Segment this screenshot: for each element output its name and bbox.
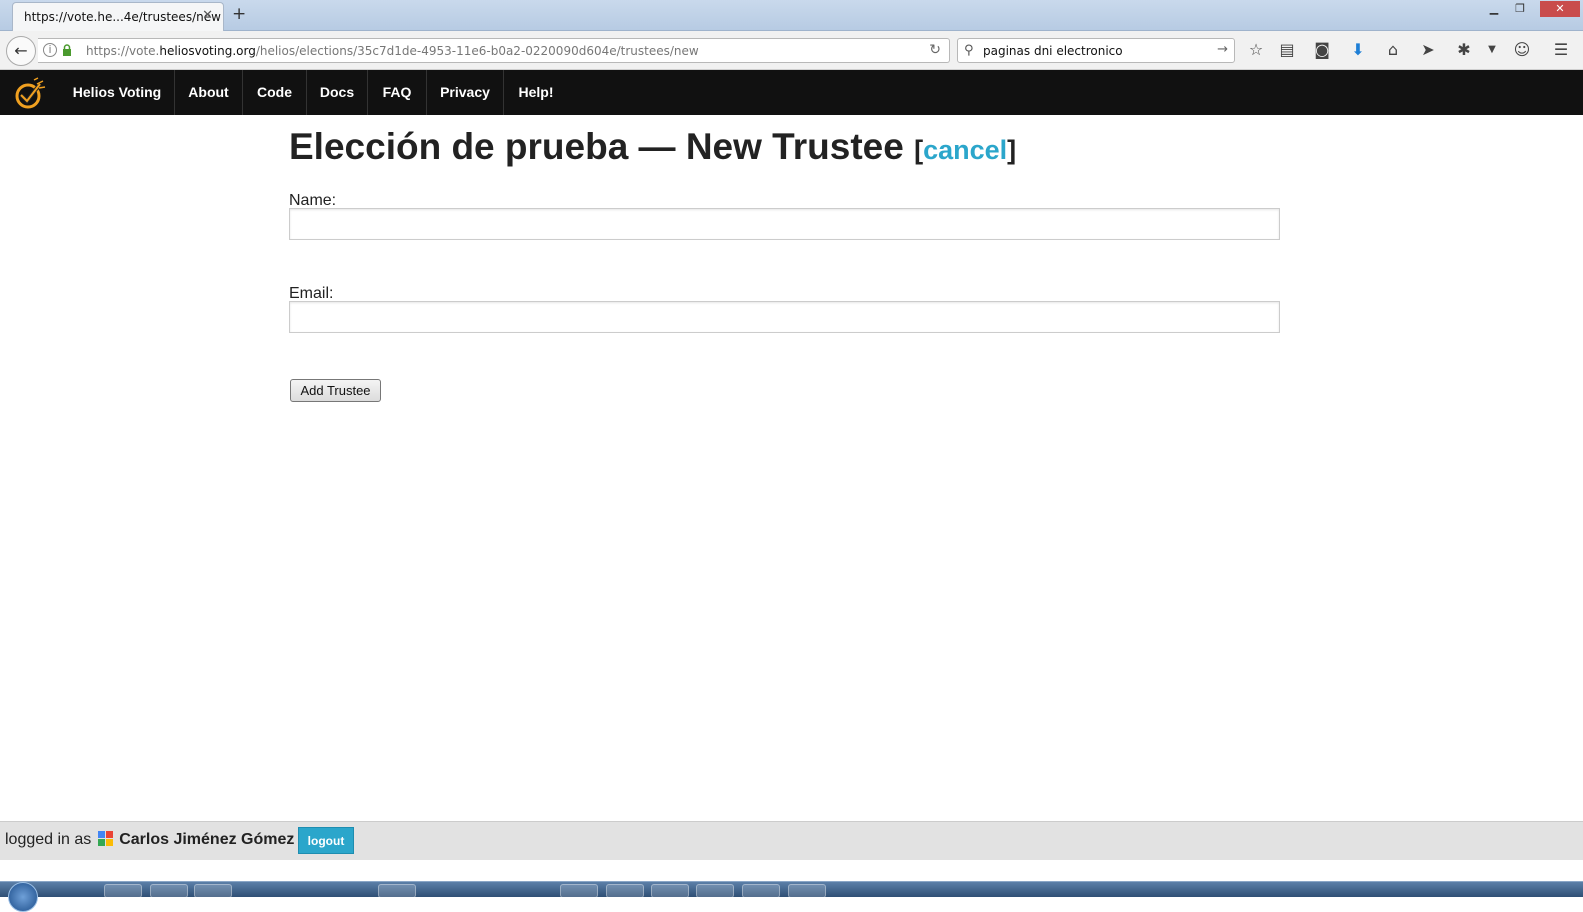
nav-helios-voting[interactable]: Helios Voting [60,70,175,115]
bookmarks-list-icon[interactable]: ▤ [1276,40,1298,62]
bracket-open: [ [914,135,924,165]
add-trustee-button[interactable]: Add Trustee [290,379,381,402]
home-icon[interactable]: ⌂ [1382,40,1404,62]
download-icon[interactable]: ⬇ [1347,40,1369,62]
chevron-down-icon[interactable]: ▼ [1481,40,1503,62]
logged-in-info: logged in as Carlos Jiménez Gómez [5,831,294,849]
page-title-text: Elección de prueba — New Trustee [289,126,904,167]
new-tab-button[interactable]: + [232,4,246,24]
browser-tab-bar: https://vote.he...4e/trustees/new ✕ + ▁ … [0,0,1583,31]
google-icon [97,831,113,846]
helios-logo[interactable] [12,76,46,110]
nav-docs[interactable]: Docs [307,70,368,115]
taskbar-item[interactable] [742,884,780,898]
search-value: paginas dni electronico [983,44,1123,58]
extension-icon[interactable]: ✱ [1453,40,1475,62]
tab-title: https://vote.he...4e/trustees/new [24,10,221,24]
browser-toolbar: ← i https://vote.heliosvoting.org/helios… [0,31,1583,70]
nav-about[interactable]: About [175,70,243,115]
os-taskbar [0,881,1583,912]
logout-button[interactable]: logout [298,827,354,854]
footer-bar: logged in as Carlos Jiménez Gómez logout [0,821,1583,860]
user-name: Carlos Jiménez Gómez [119,831,295,848]
info-icon[interactable]: i [43,43,57,57]
taskbar-item[interactable] [651,884,689,898]
search-icon: ⚲ [964,43,974,58]
browser-tab[interactable]: https://vote.he...4e/trustees/new ✕ [12,2,224,31]
search-input[interactable]: ⚲ paginas dni electronico → [957,38,1235,63]
taskbar-item[interactable] [606,884,644,898]
close-window-icon[interactable]: ✕ [1540,1,1580,17]
taskbar-item[interactable] [696,884,734,898]
url-bar[interactable]: i https://vote.heliosvoting.org/helios/e… [38,38,950,63]
reload-icon[interactable]: ↻ [929,42,941,58]
bracket-close: ] [1007,135,1017,165]
cancel-wrapper: [cancel] [914,135,1016,165]
tab-close-icon[interactable]: ✕ [202,8,213,23]
lock-icon [63,44,71,56]
url-text: https://vote.heliosvoting.org/helios/ele… [86,44,699,58]
nav-faq[interactable]: FAQ [368,70,427,115]
taskbar-item[interactable] [560,884,598,898]
taskbar-item[interactable] [378,884,416,898]
name-field[interactable] [289,208,1280,240]
taskbar-item[interactable] [104,884,142,898]
cancel-link[interactable]: cancel [923,135,1007,165]
nav-help[interactable]: Help! [504,70,568,115]
search-go-arrow-icon[interactable]: → [1217,42,1228,57]
taskbar-item[interactable] [788,884,826,898]
page-title: Elección de prueba — New Trustee [cancel… [289,126,1016,168]
bookmark-star-icon[interactable]: ☆ [1245,40,1267,62]
taskbar-item[interactable] [150,884,188,898]
pocket-icon[interactable]: ◙ [1311,40,1333,62]
site-top-bar: Helios Voting About Code Docs FAQ Privac… [0,70,1583,115]
nav-code[interactable]: Code [243,70,307,115]
minimize-icon[interactable]: ▁ [1482,1,1506,17]
back-arrow-icon[interactable]: ← [6,36,36,66]
chat-icon[interactable]: ☺ [1511,40,1533,62]
email-field[interactable] [289,301,1280,333]
start-button[interactable] [8,882,38,912]
taskbar-item[interactable] [194,884,232,898]
nav-privacy[interactable]: Privacy [427,70,504,115]
restore-icon[interactable]: ❐ [1508,1,1532,17]
logged-in-label: logged in as [5,831,92,848]
send-icon[interactable]: ➤ [1417,40,1439,62]
menu-icon[interactable]: ☰ [1550,40,1572,62]
